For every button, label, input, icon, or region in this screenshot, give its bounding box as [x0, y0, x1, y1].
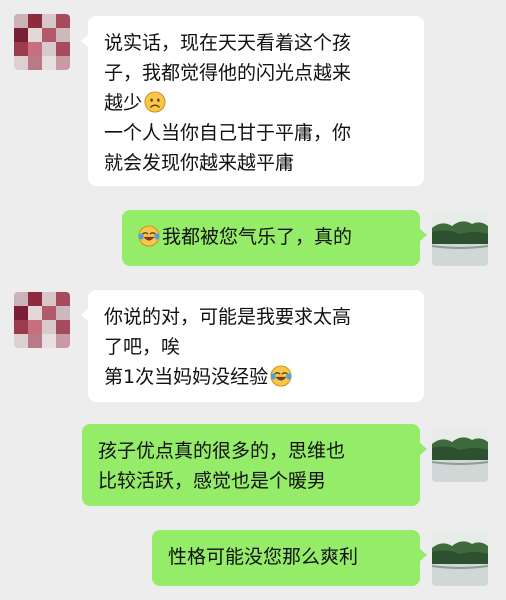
- message-line: 第1次当妈妈没经验: [104, 362, 408, 392]
- contact-avatar[interactable]: [14, 14, 70, 70]
- message-text: 性格可能没您那么爽利: [168, 546, 359, 568]
- message-bubble[interactable]: 说实话，现在天天看着这个孩 子，我都觉得他的闪光点越来 越少 一个人当你自己甘于…: [81, 16, 424, 186]
- message-text: 就会发现你越来越平庸: [104, 152, 295, 174]
- my-avatar[interactable]: [432, 530, 488, 586]
- my-avatar[interactable]: [432, 426, 488, 482]
- message-text: 说实话，现在天天看着这个孩: [104, 32, 352, 54]
- message-text: 孩子优点真的很多的，思维也: [98, 440, 346, 462]
- contact-avatar[interactable]: [14, 292, 70, 348]
- pixelated-avatar-icon: [14, 14, 70, 70]
- tears-of-joy-icon: [270, 365, 292, 387]
- tears-of-joy-icon: [138, 225, 160, 247]
- my-avatar[interactable]: [432, 210, 488, 266]
- message-line: 我都被您气乐了，真的: [138, 222, 404, 252]
- message-text: 子，我都觉得他的闪光点越来: [104, 62, 352, 84]
- message-text: 你说的对，可能是我要求太高: [104, 306, 352, 328]
- sad-face-icon: [144, 91, 166, 113]
- pixelated-avatar-icon: [14, 292, 70, 348]
- message-bubble[interactable]: 你说的对，可能是我要求太高 了吧，唉 第1次当妈妈没经验: [81, 290, 424, 402]
- message-text: 我都被您气乐了，真的: [162, 226, 353, 248]
- message-line: 越少: [104, 88, 408, 118]
- message-text: 第1次当妈妈没经验: [104, 366, 269, 388]
- message-bubble[interactable]: 性格可能没您那么爽利: [152, 530, 427, 586]
- message-text: 了吧，唉: [104, 336, 181, 358]
- message-text: 越少: [104, 92, 143, 114]
- message-text: 一个人当你自己甘于平庸，你: [104, 122, 352, 144]
- landscape-avatar-icon: [432, 426, 488, 482]
- landscape-avatar-icon: [432, 210, 488, 266]
- message-text: 比较活跃，感觉也是个暖男: [98, 470, 327, 492]
- message-bubble[interactable]: 孩子优点真的很多的，思维也 比较活跃，感觉也是个暖男: [82, 424, 427, 506]
- landscape-avatar-icon: [432, 530, 488, 586]
- message-bubble[interactable]: 我都被您气乐了，真的: [122, 210, 427, 266]
